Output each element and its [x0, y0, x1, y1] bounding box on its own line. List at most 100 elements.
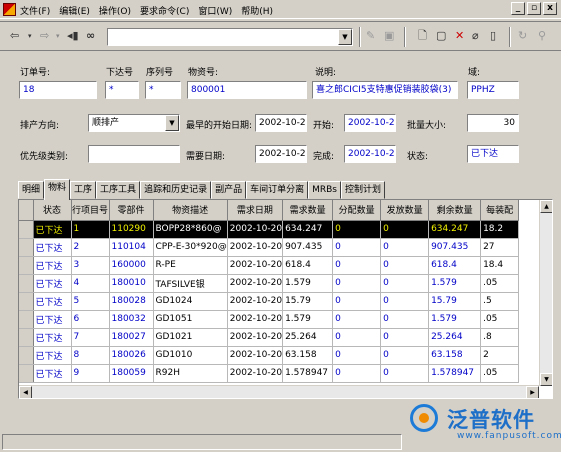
- tab-operation-tools[interactable]: 工序工具: [96, 181, 141, 199]
- table-cell[interactable]: 1.579: [428, 274, 482, 293]
- table-cell[interactable]: 2: [71, 238, 110, 257]
- restore-button[interactable]: ▫: [527, 2, 541, 15]
- table-cell[interactable]: .8: [480, 328, 520, 347]
- row-header[interactable]: [19, 346, 34, 365]
- table-row[interactable]: 已下达 8 180026 GD1010 2002-10-20 63.158 0 0 63.158…: [19, 346, 520, 365]
- table-row[interactable]: 已下达 2 110104 CPP-E-30*920@ 2002-10-20 907.435…: [19, 238, 520, 257]
- table-cell[interactable]: 0: [332, 220, 382, 239]
- table-cell[interactable]: 0: [332, 292, 382, 311]
- table-cell[interactable]: 634.247: [282, 220, 334, 239]
- table-cell[interactable]: 27: [480, 238, 520, 257]
- table-cell[interactable]: 0: [380, 274, 430, 293]
- table-cell[interactable]: GD1051: [153, 310, 228, 329]
- row-header[interactable]: [19, 220, 34, 239]
- table-cell[interactable]: 907.435: [428, 238, 482, 257]
- table-cell[interactable]: 110290: [109, 220, 154, 239]
- table-cell[interactable]: 180059: [109, 364, 154, 383]
- table-cell[interactable]: 2: [480, 346, 520, 365]
- table-cell[interactable]: 0: [332, 238, 382, 257]
- row-header[interactable]: [19, 292, 34, 311]
- row-header[interactable]: [19, 328, 34, 347]
- chevron-down-icon[interactable]: ▼: [165, 115, 179, 131]
- col-header-part[interactable]: 零部件: [109, 200, 154, 221]
- table-cell[interactable]: 0: [380, 292, 430, 311]
- earliest-start-field[interactable]: 2002-10-20: [255, 114, 307, 132]
- menu-operation[interactable]: 操作(O): [99, 4, 131, 17]
- forward-arrow-icon[interactable]: ⇨: [40, 29, 49, 43]
- table-cell[interactable]: 0: [380, 364, 430, 383]
- tab-tracking-history[interactable]: 追踪和历史记录: [140, 181, 212, 199]
- table-row[interactable]: 已下达 6 180032 GD1051 2002-10-20 1.579 0 0 1.579.0…: [19, 310, 520, 329]
- menu-help[interactable]: 帮助(H): [241, 4, 273, 17]
- status-field[interactable]: 已下达: [467, 145, 519, 163]
- row-header[interactable]: [19, 238, 34, 257]
- schedule-dir-select[interactable]: 顺排产 ▼: [88, 114, 180, 132]
- table-cell[interactable]: GD1021: [153, 328, 228, 347]
- table-cell[interactable]: 已下达: [33, 328, 72, 347]
- table-cell[interactable]: 110104: [109, 238, 154, 257]
- table-cell[interactable]: 160000: [109, 256, 154, 275]
- table-cell[interactable]: 1.579: [282, 310, 334, 329]
- tab-mrbs[interactable]: MRBs: [308, 181, 341, 199]
- table-cell[interactable]: 618.4: [428, 256, 482, 275]
- table-cell[interactable]: BOPP28*860@: [153, 220, 228, 239]
- table-cell[interactable]: R92H: [153, 364, 228, 383]
- table-cell[interactable]: 2002-10-20: [227, 292, 284, 311]
- order-no-field[interactable]: 18: [19, 81, 97, 99]
- table-cell[interactable]: 18.4: [480, 256, 520, 275]
- table-cell[interactable]: 9: [71, 364, 110, 383]
- table-cell[interactable]: 0: [380, 310, 430, 329]
- table-cell[interactable]: 已下达: [33, 238, 72, 257]
- new-icon[interactable]: 🗋: [418, 29, 427, 43]
- menu-window[interactable]: 窗口(W): [198, 4, 232, 17]
- table-cell[interactable]: 1: [71, 220, 110, 239]
- table-cell[interactable]: 25.264: [428, 328, 482, 347]
- table-cell[interactable]: 1.579: [428, 310, 482, 329]
- seq-no-field[interactable]: *: [145, 81, 181, 99]
- table-cell[interactable]: CPP-E-30*920@: [153, 238, 228, 257]
- table-cell[interactable]: 0: [332, 274, 382, 293]
- row-header[interactable]: [19, 364, 34, 383]
- table-cell[interactable]: 2002-10-20: [227, 256, 284, 275]
- col-header-remain-qty[interactable]: 剩余数量: [428, 200, 482, 221]
- back-arrow-icon[interactable]: ⇦: [10, 29, 19, 43]
- batch-size-field[interactable]: 30: [467, 114, 519, 132]
- table-cell[interactable]: 0: [332, 310, 382, 329]
- table-cell[interactable]: 0: [380, 346, 430, 365]
- menu-edit[interactable]: 编辑(E): [59, 4, 90, 17]
- table-row[interactable]: 已下达 5 180028 GD1024 2002-10-20 15.79 0 0 15.79.5: [19, 292, 520, 311]
- minimize-button[interactable]: _: [511, 2, 525, 15]
- issue-no-field[interactable]: *: [105, 81, 139, 99]
- table-cell[interactable]: 618.4: [282, 256, 334, 275]
- finish-field[interactable]: 2002-10-27: [344, 145, 396, 163]
- scroll-up-icon[interactable]: ▲: [540, 200, 552, 213]
- table-cell[interactable]: 2002-10-20: [227, 238, 284, 257]
- vertical-scrollbar[interactable]: ▲ ▼: [539, 200, 552, 386]
- table-cell[interactable]: 18.2: [480, 220, 520, 239]
- eraser-icon[interactable]: ⌀: [472, 29, 479, 43]
- back-dropdown-icon[interactable]: ▾: [28, 29, 32, 43]
- duplicate-icon[interactable]: ▢: [436, 29, 446, 43]
- table-cell[interactable]: 8: [71, 346, 110, 365]
- col-header-per-assembly[interactable]: 每装配: [480, 200, 520, 221]
- desc-field[interactable]: 喜之郎CICI5支特惠促销装胶袋(3): [312, 81, 458, 99]
- table-cell[interactable]: 1.578947: [282, 364, 334, 383]
- table-cell[interactable]: 已下达: [33, 310, 72, 329]
- table-cell[interactable]: .05: [480, 274, 520, 293]
- table-cell[interactable]: .5: [480, 292, 520, 311]
- table-cell[interactable]: 2002-10-20: [227, 220, 284, 239]
- tab-operations[interactable]: 工序: [70, 181, 97, 199]
- table-cell[interactable]: 2002-10-20: [227, 328, 284, 347]
- need-date-field[interactable]: 2002-10-23: [255, 145, 307, 163]
- blank-icon[interactable]: ▯: [490, 29, 496, 43]
- priority-field[interactable]: [88, 145, 180, 163]
- col-header-need-qty[interactable]: 需求数量: [282, 200, 334, 221]
- menu-file[interactable]: 文件(F): [20, 4, 50, 17]
- table-row[interactable]: 已下达 3 160000 R-PE 2002-10-20 618.4 0 0 618.4 18.4: [19, 256, 520, 275]
- menu-command[interactable]: 要求命令(C): [140, 4, 189, 17]
- table-cell[interactable]: 907.435: [282, 238, 334, 257]
- table-cell[interactable]: 已下达: [33, 274, 72, 293]
- close-button[interactable]: x: [543, 2, 557, 15]
- table-cell[interactable]: 0: [380, 256, 430, 275]
- search-icon[interactable]: ⚲: [538, 29, 546, 43]
